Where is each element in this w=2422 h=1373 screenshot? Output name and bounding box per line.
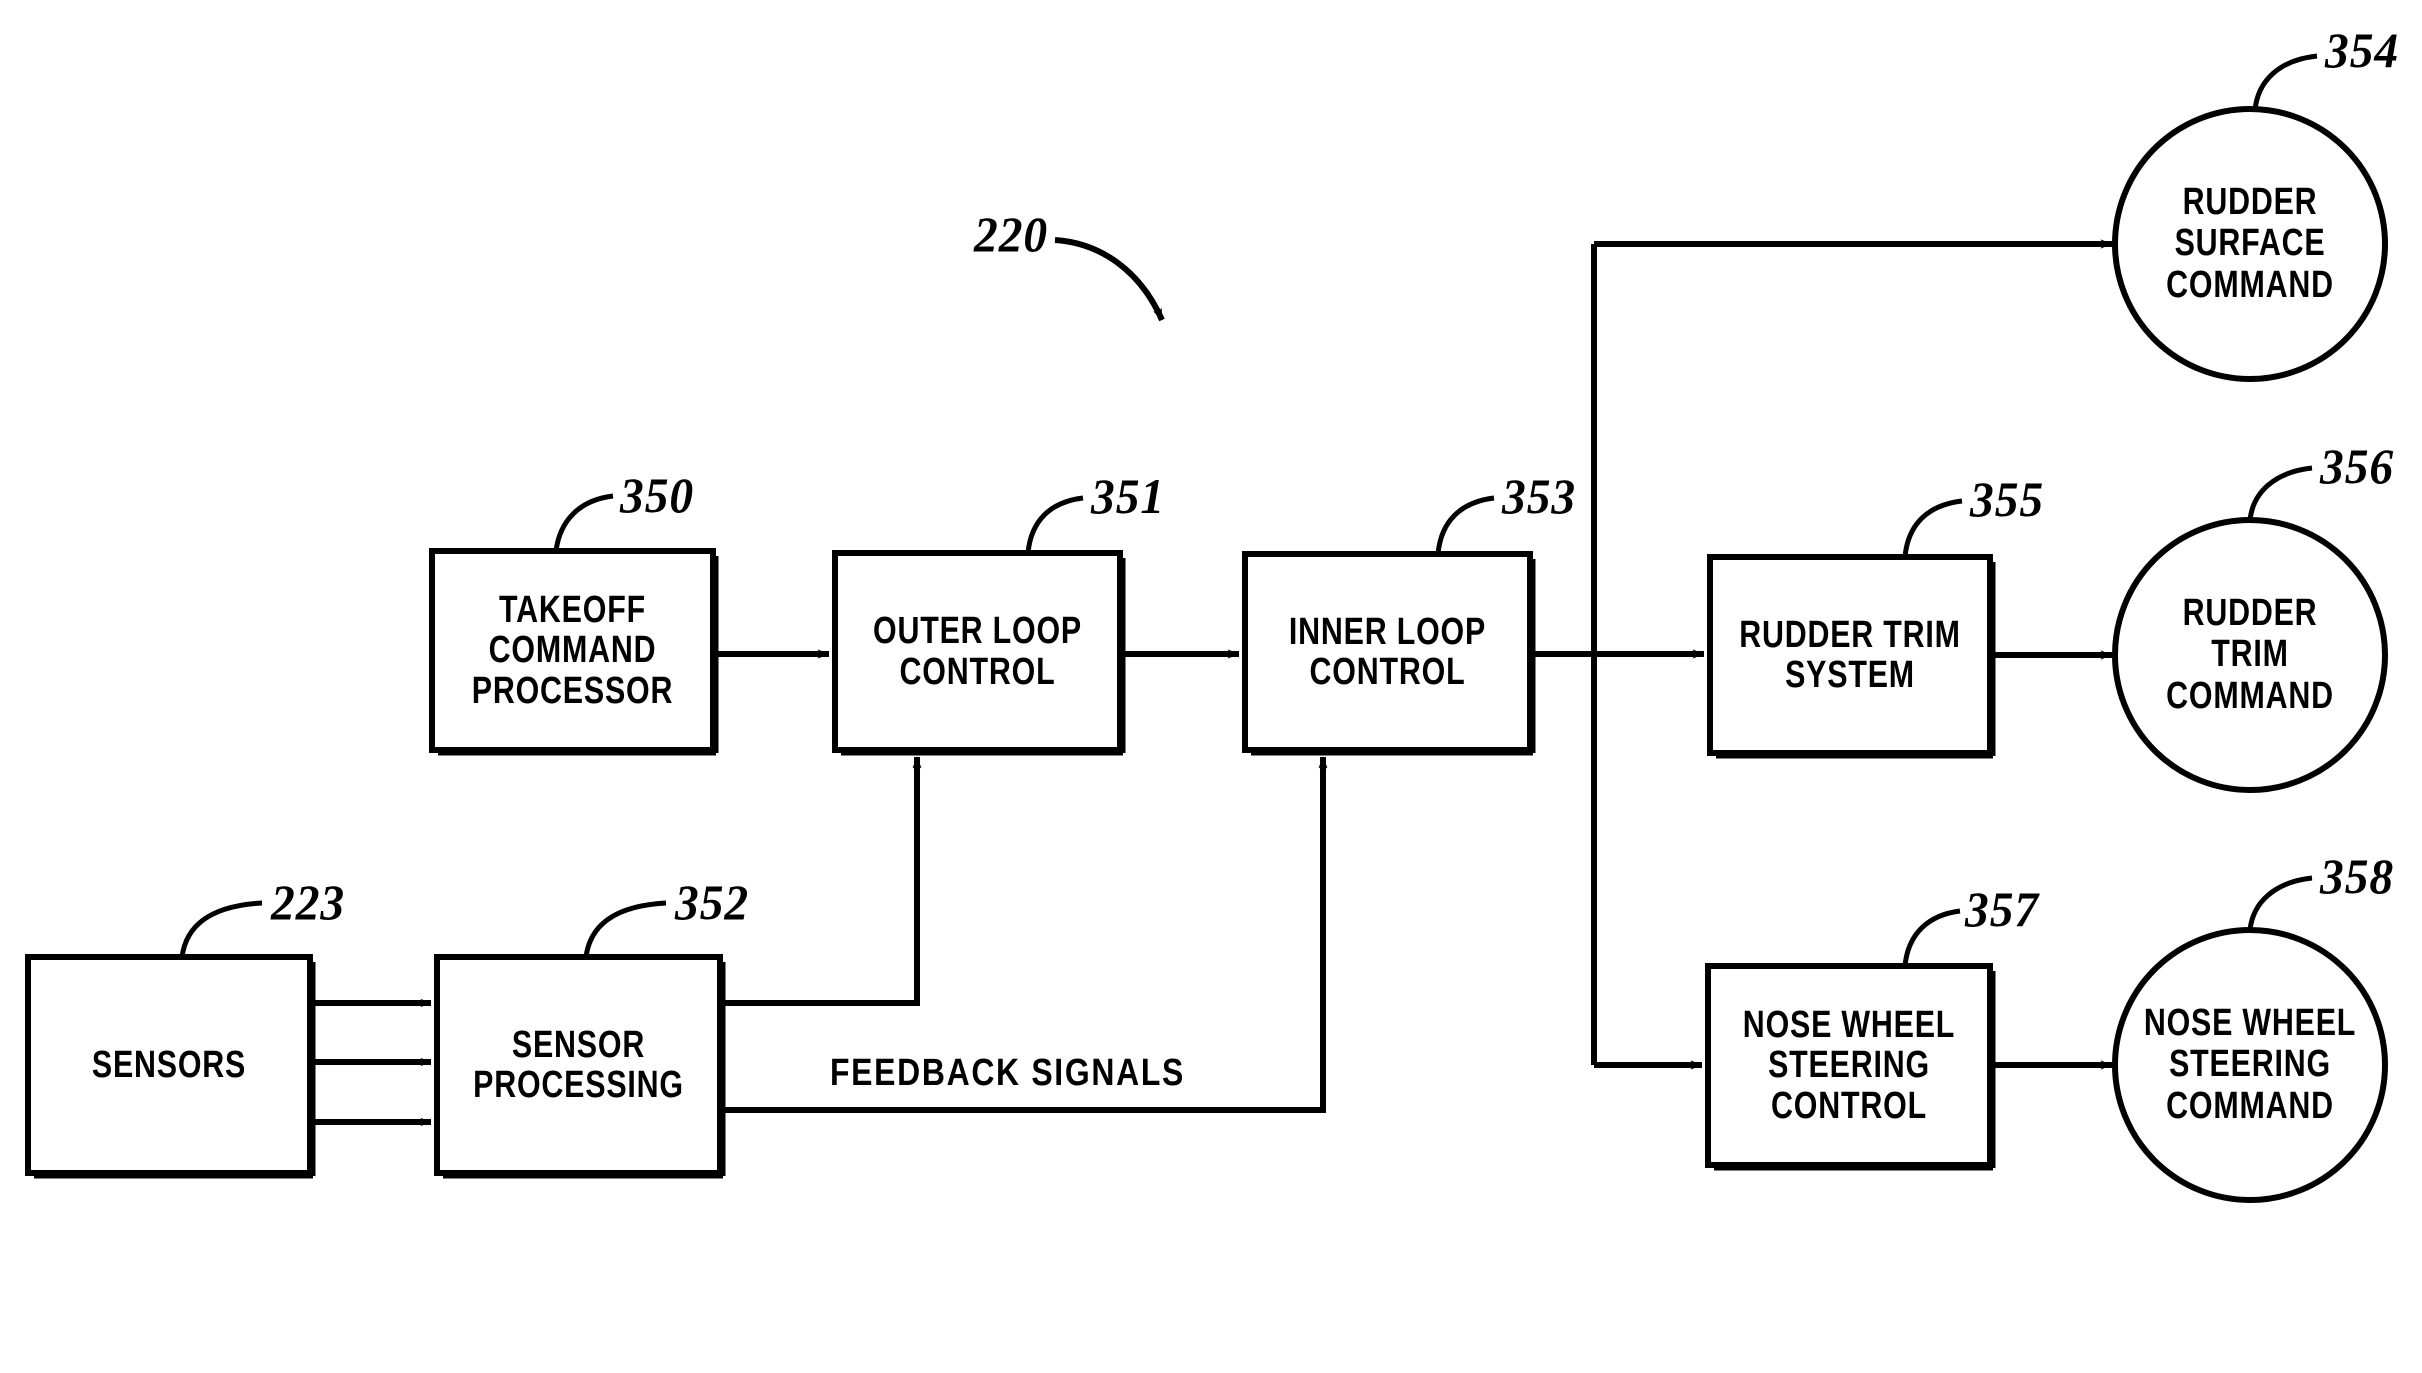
reference-numeral-353: 353 xyxy=(1502,468,1577,524)
block-outer-loop-shadow xyxy=(841,558,1126,756)
reference-numeral-352: 352 xyxy=(675,874,750,930)
reference-numeral-356: 356 xyxy=(2320,438,2395,494)
block-nose-wheel-steering-control-outline xyxy=(1705,963,1993,1168)
reference-numeral-355: 355 xyxy=(1970,471,2045,527)
leader-line-357 xyxy=(1902,908,1961,967)
reference-numeral-354: 354 xyxy=(2325,22,2400,78)
diagram-vector-layer xyxy=(25,53,2388,1203)
block-rudder-trim-system-outline xyxy=(1707,554,1993,756)
block-takeoff-shadow xyxy=(438,556,719,756)
block-inner-loop-control-outline xyxy=(1242,551,1533,753)
leader-line-354 xyxy=(2252,53,2318,111)
connector-feedback-to-outer-loop xyxy=(723,756,922,1006)
circle-rudder-surface-command-outline xyxy=(2112,106,2388,382)
leader-line-355 xyxy=(1902,498,1963,558)
block-sensors-shadow xyxy=(34,962,316,1179)
leader-arrow-220 xyxy=(1054,237,1165,322)
reference-numeral-220: 220 xyxy=(974,206,1049,262)
block-inner-loop-shadow xyxy=(1251,559,1536,756)
block-takeoff-command-processor-outline xyxy=(429,548,716,753)
leader-line-223 xyxy=(179,900,263,958)
leader-line-351 xyxy=(1025,495,1084,554)
leader-line-356 xyxy=(2247,465,2313,521)
leader-line-352 xyxy=(583,900,667,958)
block-nose-wheel-steering-shadow xyxy=(1714,971,1996,1171)
leader-line-358 xyxy=(2247,875,2313,931)
block-sensors-outline xyxy=(25,954,313,1176)
patent-figure-canvas: TAKEOFF COMMAND PROCESSOR OUTER LOOP CON… xyxy=(0,0,2422,1373)
reference-numeral-350: 350 xyxy=(620,467,695,523)
reference-numeral-357: 357 xyxy=(1965,881,2040,937)
leader-line-350 xyxy=(553,493,614,552)
wire-label-feedback-signals: FEEDBACK SIGNALS xyxy=(830,1052,1185,1094)
block-rudder-trim-shadow xyxy=(1716,562,1996,759)
block-outer-loop-control-outline xyxy=(832,550,1123,753)
reference-numeral-358: 358 xyxy=(2320,848,2395,904)
block-sensor-processing-outline xyxy=(434,954,723,1176)
reference-numeral-351: 351 xyxy=(1091,468,1166,524)
block-sensor-processing-shadow xyxy=(443,962,726,1179)
circle-rudder-trim-command-outline xyxy=(2112,517,2388,793)
reference-numeral-223: 223 xyxy=(271,874,346,930)
leader-line-353 xyxy=(1435,495,1495,555)
circle-nose-wheel-steering-command-outline xyxy=(2112,927,2388,1203)
